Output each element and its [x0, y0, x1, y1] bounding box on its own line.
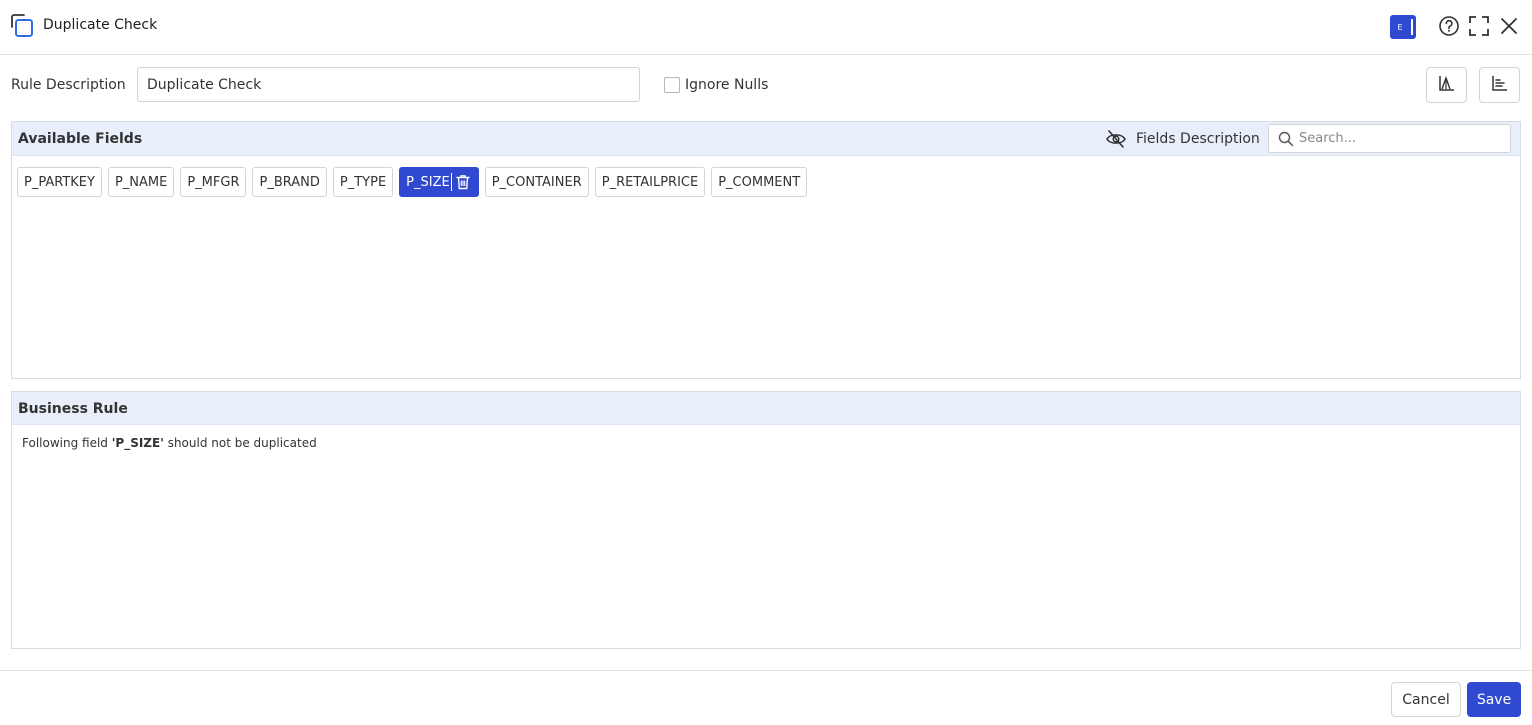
close-icon[interactable] — [1498, 15, 1520, 37]
distribution-chart-icon — [1438, 74, 1456, 96]
field-chip-p-brand[interactable]: P_BRAND — [252, 167, 327, 197]
business-rule-text: Following field 'P_SIZE' should not be d… — [22, 436, 317, 450]
ignore-nulls-label[interactable]: Ignore Nulls — [685, 77, 768, 93]
available-fields-header: Available Fields Fields Description — [12, 122, 1520, 156]
eye-off-icon[interactable] — [1105, 129, 1127, 149]
field-chip-label: P_SIZE — [406, 174, 450, 190]
field-chip-p-mfgr[interactable]: P_MFGR — [180, 167, 247, 197]
field-chip-p-size[interactable]: P_SIZE — [399, 167, 479, 197]
dialog-footer: Cancel Save — [0, 670, 1532, 725]
field-chip-p-comment[interactable]: P_COMMENT — [711, 167, 808, 197]
rule-description-input[interactable] — [137, 67, 640, 102]
business-rule-panel: Business Rule Following field 'P_SIZE' s… — [11, 391, 1521, 649]
copy-icon — [9, 13, 35, 39]
field-chip-p-name[interactable]: P_NAME — [107, 167, 175, 197]
trash-icon[interactable] — [456, 174, 470, 190]
search-input[interactable] — [1299, 125, 1504, 152]
text-cursor — [450, 173, 452, 191]
search-icon — [1278, 131, 1294, 147]
environment-badge[interactable]: E — [1390, 15, 1416, 39]
field-chip-list: P_PARTKEY P_NAME P_MFGR P_BRAND P_TYPE P… — [17, 167, 808, 197]
fields-description-label[interactable]: Fields Description — [1136, 131, 1260, 147]
rule-text-prefix: Following field — [22, 436, 112, 450]
environment-badge-label: E — [1397, 22, 1403, 32]
rule-description-label: Rule Description — [11, 77, 126, 93]
help-icon[interactable] — [1438, 15, 1460, 37]
bar-chart-button[interactable] — [1479, 67, 1520, 103]
rule-text-suffix: should not be duplicated — [163, 436, 317, 450]
cancel-button[interactable]: Cancel — [1391, 682, 1461, 717]
rule-field-name: 'P_SIZE' — [111, 436, 164, 450]
bar-chart-icon — [1491, 74, 1509, 96]
field-chip-p-partkey[interactable]: P_PARTKEY — [17, 167, 102, 197]
dialog-header: Duplicate Check E — [0, 0, 1532, 55]
business-rule-title: Business Rule — [18, 401, 128, 417]
available-fields-title: Available Fields — [18, 131, 143, 147]
ignore-nulls-checkbox[interactable] — [664, 77, 680, 93]
dialog-title: Duplicate Check — [43, 17, 158, 33]
search-field[interactable] — [1268, 124, 1511, 153]
available-fields-panel: Available Fields Fields Description P_PA… — [11, 121, 1521, 379]
field-chip-p-retailprice[interactable]: P_RETAILPRICE — [594, 167, 706, 197]
field-chip-p-type[interactable]: P_TYPE — [332, 167, 394, 197]
field-chip-p-container[interactable]: P_CONTAINER — [484, 167, 589, 197]
save-button[interactable]: Save — [1467, 682, 1521, 717]
expand-icon[interactable] — [1468, 15, 1490, 37]
business-rule-header: Business Rule — [12, 392, 1520, 425]
chart-button[interactable] — [1426, 67, 1467, 103]
